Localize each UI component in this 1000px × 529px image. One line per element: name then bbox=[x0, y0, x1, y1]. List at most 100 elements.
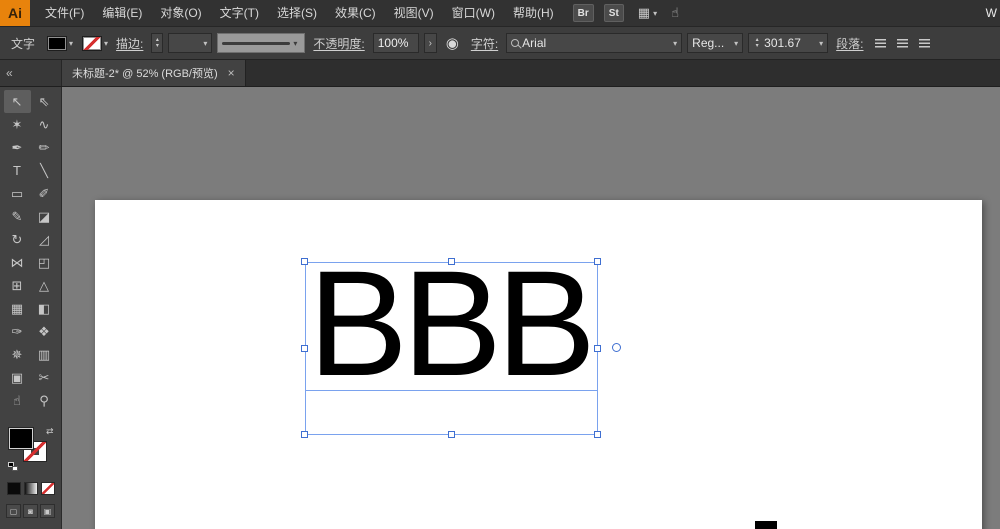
pen-tool-icon: ✒ bbox=[11, 139, 23, 155]
artboard-tool[interactable]: ▣ bbox=[4, 366, 31, 389]
scale-tool[interactable]: ◿ bbox=[31, 228, 58, 251]
default-stroke-mini bbox=[11, 466, 18, 471]
align-right-button[interactable] bbox=[916, 35, 933, 52]
slice-tool[interactable]: ✂ bbox=[31, 366, 58, 389]
spin-down-icon[interactable]: ▾ bbox=[152, 43, 162, 49]
canvas[interactable]: BBB bbox=[62, 87, 1000, 529]
stroke-weight-stepper[interactable]: ▴ ▾ bbox=[151, 33, 164, 53]
menu-window[interactable]: 窗口(W) bbox=[443, 0, 504, 26]
menu-edit[interactable]: 编辑(E) bbox=[93, 0, 151, 26]
shape-builder-tool[interactable]: ⊞ bbox=[4, 274, 31, 297]
font-style-select[interactable]: Reg... ▾ bbox=[687, 33, 744, 53]
font-size-value: 301.67 bbox=[764, 36, 801, 50]
pen-tool[interactable]: ✒ bbox=[4, 136, 31, 159]
menu-view[interactable]: 视图(V) bbox=[385, 0, 443, 26]
direct-selection-tool[interactable]: ⇖ bbox=[31, 90, 58, 113]
perspective-grid-tool[interactable]: △ bbox=[31, 274, 58, 297]
default-fill-stroke-icon[interactable] bbox=[7, 462, 19, 472]
curvature-tool[interactable]: ✏ bbox=[31, 136, 58, 159]
menu-object[interactable]: 对象(O) bbox=[151, 0, 210, 26]
font-family-select[interactable]: Arial ▾ bbox=[506, 33, 683, 53]
font-size-control[interactable]: ▴ ▾ 301.67 ▾ bbox=[748, 33, 829, 53]
draw-inside-button[interactable]: ▣ bbox=[40, 504, 55, 518]
selection-handle-bottom-left[interactable] bbox=[301, 431, 308, 438]
menu-select[interactable]: 选择(S) bbox=[268, 0, 326, 26]
toolbar-collapse[interactable]: « bbox=[0, 60, 62, 86]
opacity-more-button[interactable]: › bbox=[423, 33, 437, 53]
artboard-tool-icon: ▣ bbox=[10, 369, 24, 385]
menu-help[interactable]: 帮助(H) bbox=[504, 0, 563, 26]
fill-color-swatch[interactable] bbox=[47, 35, 68, 51]
spin-down-icon[interactable]: ▾ bbox=[753, 43, 761, 49]
column-graph-tool[interactable]: ▥ bbox=[31, 343, 58, 366]
bridge-button[interactable]: Br bbox=[572, 4, 594, 22]
chevron-down-icon[interactable]: ▾ bbox=[69, 39, 73, 48]
text-baseline-indicator bbox=[305, 390, 598, 391]
text-out-port-handle[interactable] bbox=[612, 343, 621, 352]
selection-handle-middle-left[interactable] bbox=[301, 345, 308, 352]
selection-handle-middle-right[interactable] bbox=[594, 345, 601, 352]
selection-tool[interactable]: ↖ bbox=[3, 90, 31, 113]
tools-panel: ↖ ⇖ ✶ ∿ ✒ ✏ T ╲ ▭ ✐ ✎ ◪ ↻ ◿ ⋈ ◰ ⊞ △ ▦ ◧ ✑ ❖ ✵ ▥ ▣ ✂ ☝ ⚲ ⇄ bbox=[0, 87, 62, 529]
align-left-button[interactable] bbox=[872, 35, 889, 52]
eraser-tool[interactable]: ◪ bbox=[31, 205, 58, 228]
draw-normal-button[interactable]: ▢ bbox=[6, 504, 21, 518]
touch-workspace-icon[interactable]: ☝ bbox=[671, 5, 679, 21]
symbol-sprayer-tool[interactable]: ✵ bbox=[4, 343, 31, 366]
stroke-color-swatch[interactable] bbox=[82, 35, 103, 51]
workspace-switcher[interactable]: ▦ ▾ bbox=[638, 5, 657, 21]
recolor-artwork-icon[interactable]: ◉ bbox=[446, 34, 459, 52]
selection-handle-top-left[interactable] bbox=[301, 258, 308, 265]
line-segment-tool[interactable]: ╲ bbox=[31, 159, 58, 182]
partial-object[interactable] bbox=[755, 521, 777, 529]
fill-color-box[interactable] bbox=[7, 427, 34, 450]
magic-wand-tool[interactable]: ✶ bbox=[4, 113, 31, 136]
free-transform-tool[interactable]: ◰ bbox=[31, 251, 58, 274]
chevron-down-icon[interactable]: ▾ bbox=[104, 39, 108, 48]
column-graph-tool-icon: ▥ bbox=[37, 346, 51, 362]
selection-handle-bottom-center[interactable] bbox=[448, 431, 455, 438]
font-size-stepper[interactable]: ▴ ▾ bbox=[753, 33, 761, 53]
stroke-panel-link[interactable]: 描边: bbox=[116, 35, 143, 52]
rectangle-tool[interactable]: ▭ bbox=[4, 182, 31, 205]
document-tab[interactable]: 未标题-2* @ 52% (RGB/预览) × bbox=[62, 60, 246, 86]
document-tab-bar: « 未标题-2* @ 52% (RGB/预览) × bbox=[0, 60, 1000, 87]
menu-file[interactable]: 文件(F) bbox=[36, 0, 93, 26]
shaper-tool[interactable]: ✎ bbox=[4, 205, 31, 228]
width-tool[interactable]: ⋈ bbox=[4, 251, 31, 274]
blend-tool[interactable]: ❖ bbox=[31, 320, 58, 343]
draw-behind-button[interactable]: ◙ bbox=[23, 504, 38, 518]
opacity-input[interactable]: 100% bbox=[372, 33, 419, 53]
swap-fill-stroke-icon[interactable]: ⇄ bbox=[46, 426, 54, 437]
gradient-mode-button[interactable] bbox=[23, 482, 38, 495]
lasso-tool[interactable]: ∿ bbox=[31, 113, 58, 136]
color-mode-button[interactable] bbox=[6, 482, 21, 495]
paintbrush-tool-icon: ✐ bbox=[38, 185, 50, 201]
zoom-tool[interactable]: ⚲ bbox=[31, 389, 58, 412]
hand-tool[interactable]: ☝ bbox=[4, 389, 31, 412]
close-icon[interactable]: × bbox=[228, 66, 235, 80]
stroke-color-control[interactable]: ▾ bbox=[82, 35, 108, 51]
menu-type[interactable]: 文字(T) bbox=[211, 0, 268, 26]
stroke-weight-select[interactable]: ▾ bbox=[168, 33, 213, 53]
character-panel-link[interactable]: 字符: bbox=[471, 35, 498, 52]
menu-effect[interactable]: 效果(C) bbox=[326, 0, 385, 26]
fill-color-control[interactable]: ▾ bbox=[47, 35, 73, 51]
stock-button[interactable]: St bbox=[603, 4, 624, 22]
menu-edit-label: 编辑(E) bbox=[102, 5, 143, 20]
lasso-tool-icon: ∿ bbox=[38, 116, 50, 132]
gradient-tool[interactable]: ◧ bbox=[31, 297, 58, 320]
align-center-button[interactable] bbox=[894, 35, 911, 52]
rotate-tool[interactable]: ↻ bbox=[4, 228, 31, 251]
selection-handle-bottom-right[interactable] bbox=[594, 431, 601, 438]
none-mode-button[interactable] bbox=[40, 482, 55, 495]
type-tool[interactable]: T bbox=[4, 159, 31, 182]
eyedropper-tool[interactable]: ✑ bbox=[4, 320, 31, 343]
paintbrush-tool[interactable]: ✐ bbox=[31, 182, 58, 205]
paragraph-panel-link[interactable]: 段落: bbox=[836, 35, 863, 52]
main-area: ↖ ⇖ ✶ ∿ ✒ ✏ T ╲ ▭ ✐ ✎ ◪ ↻ ◿ ⋈ ◰ ⊞ △ ▦ ◧ ✑ ❖ ✵ ▥ ▣ ✂ ☝ ⚲ ⇄ bbox=[0, 87, 1000, 529]
opacity-panel-link[interactable]: 不透明度: bbox=[313, 35, 364, 52]
mesh-tool[interactable]: ▦ bbox=[4, 297, 31, 320]
selection-handle-top-right[interactable] bbox=[594, 258, 601, 265]
selection-handle-top-center[interactable] bbox=[448, 258, 455, 265]
